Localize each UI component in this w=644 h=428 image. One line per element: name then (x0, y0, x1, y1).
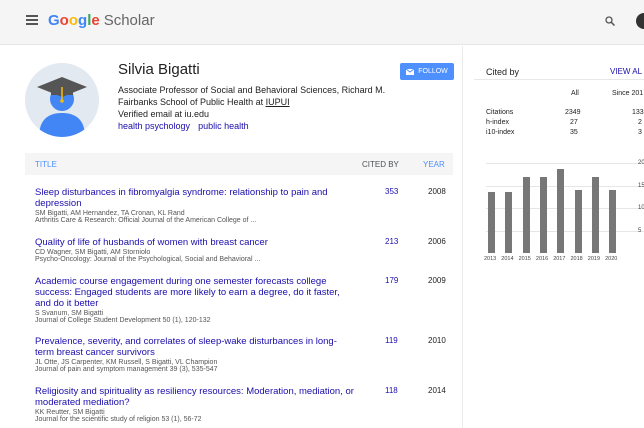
citations-bar-2017[interactable] (557, 168, 565, 253)
sort-cited-by[interactable]: CITED BY (362, 160, 399, 169)
interest-link[interactable]: health psychology (118, 121, 190, 131)
chart-gridline (486, 185, 644, 187)
google-scholar-logo[interactable]: Google Scholar (48, 12, 155, 29)
sort-year[interactable]: YEAR (423, 160, 445, 169)
affiliation-link[interactable]: IUPUI (266, 97, 290, 107)
citations-bar-2016[interactable] (539, 177, 547, 253)
table-row: Religiosity and spirituality as resilien… (35, 386, 455, 423)
article-title-link[interactable]: Prevalence, severity, and correlates of … (35, 336, 355, 358)
y-tick-label: 15 (638, 182, 644, 189)
x-tick-label: 2016 (535, 256, 549, 262)
metric-all: 27 (570, 119, 578, 126)
article-title-link[interactable]: Academic course engagement during one se… (35, 276, 355, 309)
metric-label: Citations (486, 109, 514, 116)
cited-by-count[interactable]: 213 (385, 237, 398, 246)
metric-all: 35 (570, 129, 578, 136)
article-year: 2009 (428, 276, 446, 285)
profile-affiliation: Associate Professor of Social and Behavi… (118, 85, 386, 107)
x-tick-label: 2015 (518, 256, 531, 262)
article-authors: S Svanum, SM Bigatti (35, 310, 104, 317)
table-header: TITLE CITED BY YEAR (25, 153, 453, 175)
x-tick-label: 2020 (605, 256, 618, 262)
article-title-link[interactable]: Religiosity and spirituality as resilien… (35, 386, 355, 408)
cited-by-count[interactable]: 179 (385, 276, 398, 285)
citations-bar-2015[interactable] (522, 176, 530, 253)
table-row: Academic course engagement during one se… (35, 276, 455, 324)
x-tick-label: 2018 (570, 256, 583, 262)
y-tick-label: 10 (638, 205, 644, 211)
article-authors: SM Bigatti, AM Hernandez, TA Cronan, KL … (35, 210, 185, 217)
hamburger-menu-icon[interactable] (26, 15, 38, 25)
citations-bar-2019[interactable] (591, 177, 599, 253)
article-title-link[interactable]: Sleep disturbances in fibromyalgia syndr… (35, 187, 355, 209)
research-interests: health psychology public health (118, 121, 257, 131)
profile-avatar (25, 63, 99, 137)
view-all-link[interactable]: VIEW AL (610, 67, 642, 76)
panel-divider (462, 46, 463, 428)
top-bar: Google Scholar (0, 0, 644, 45)
y-tick-label: 5 (638, 227, 642, 234)
col-all-header: All (571, 90, 579, 97)
metric-since: 3 (638, 129, 642, 136)
y-tick-label: 20 (638, 160, 644, 166)
article-authors: JL Otte, JS Carpenter, KM Russell, S Big… (35, 359, 218, 366)
citations-bar-2020[interactable] (609, 190, 617, 253)
cited-by-title: Cited by (486, 67, 520, 77)
table-row: Prevalence, severity, and correlates of … (35, 336, 455, 373)
article-venue: Arthritis Care & Research: Official Jour… (35, 217, 257, 224)
cited-by-count[interactable]: 119 (385, 336, 398, 345)
search-icon[interactable] (605, 16, 615, 26)
cited-by-divider (474, 79, 644, 80)
article-venue: Psycho-Oncology: Journal of the Psycholo… (35, 256, 261, 263)
scholar-wordmark: Scholar (103, 12, 155, 29)
citations-bar-2013[interactable] (488, 192, 495, 253)
cited-by-count[interactable]: 118 (385, 386, 398, 395)
metric-label: h-index (486, 119, 509, 126)
x-tick-label: 2019 (587, 256, 601, 262)
article-authors: CD Wagner, SM Bigatti, AM Storniolo (35, 249, 151, 256)
x-tick-label: 2013 (484, 256, 497, 262)
citations-bar-2014[interactable] (505, 192, 513, 253)
article-year: 2008 (428, 187, 446, 196)
account-avatar[interactable] (636, 13, 644, 29)
table-row: Sleep disturbances in fibromyalgia syndr… (35, 187, 455, 224)
chart-gridline (486, 163, 644, 164)
article-year: 2006 (428, 237, 446, 246)
article-venue: Journal of College Student Development 5… (35, 317, 211, 324)
graduate-avatar-icon (37, 77, 87, 137)
x-tick-label: 2014 (501, 256, 514, 262)
sort-title[interactable]: TITLE (35, 160, 57, 169)
metric-label: i10-index (486, 129, 515, 136)
x-tick-label: 2017 (553, 256, 566, 262)
mail-icon (406, 68, 415, 75)
article-venue: Journal of pain and symptom management 3… (35, 366, 218, 373)
profile-name: Silvia Bigatti (118, 61, 200, 78)
article-year: 2014 (428, 386, 446, 395)
metric-since: 133 (632, 109, 644, 116)
article-year: 2010 (428, 336, 446, 345)
article-title-link[interactable]: Quality of life of husbands of women wit… (35, 237, 355, 248)
col-since-header: Since 201 (612, 90, 644, 97)
cited-by-count[interactable]: 353 (385, 187, 398, 196)
article-venue: Journal for the scientific study of reli… (35, 416, 202, 423)
profile-email: Verified email at iu.edu (118, 109, 210, 119)
metric-since: 2 (638, 119, 642, 126)
table-row: Quality of life of husbands of women wit… (35, 237, 455, 263)
metric-all: 2349 (565, 109, 581, 116)
citations-bar-2018[interactable] (574, 190, 582, 253)
follow-button[interactable]: FOLLOW (400, 63, 454, 80)
article-authors: KK Reutter, SM Bigatti (35, 409, 105, 416)
interest-link[interactable]: public health (198, 121, 249, 131)
